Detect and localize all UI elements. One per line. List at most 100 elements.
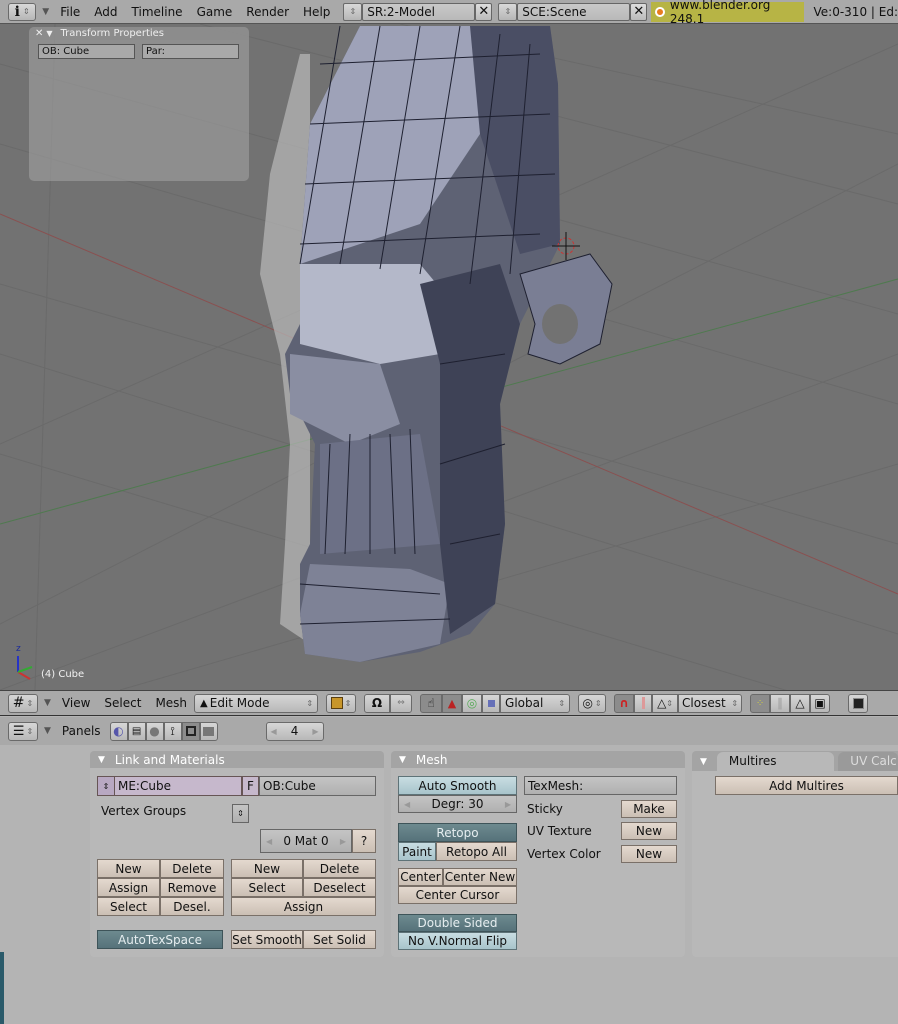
vgroup-assign-button[interactable]: Assign (97, 878, 160, 897)
logic-context-button[interactable]: ◐ (109, 721, 128, 741)
material-delete-button[interactable]: Delete (303, 859, 376, 878)
scene-browse-button[interactable]: ⇕ (498, 2, 518, 21)
screen-name-field[interactable]: SR:2-Model (362, 2, 476, 21)
increment-icon[interactable]: ▶ (340, 837, 346, 846)
screen-delete-button[interactable]: ✕ (475, 2, 493, 21)
align-button[interactable]: ⇔ (390, 693, 413, 713)
orientation-select[interactable]: Global ⇕ (500, 693, 571, 713)
collapse-menu-icon[interactable]: ▼ (44, 726, 51, 736)
scene-name-field[interactable]: SCE:Scene (517, 2, 631, 21)
collapse-menu-icon[interactable]: ▼ (44, 698, 51, 708)
editor-type-button[interactable]: # ⇕ (8, 693, 38, 713)
center-new-button[interactable]: Center New (443, 868, 517, 886)
edge-select-mode[interactable]: ∥ (770, 693, 791, 713)
material-help-button[interactable]: ? (352, 829, 376, 853)
material-deselect-button[interactable]: Deselect (303, 878, 376, 897)
retopo-all-button[interactable]: Retopo All (436, 842, 517, 861)
menu-view[interactable]: View (55, 696, 97, 710)
manipulator-toggle[interactable]: ☝ (420, 693, 443, 713)
panels-label[interactable]: Panels (55, 724, 108, 738)
increment-icon[interactable]: ▶ (312, 727, 318, 736)
vgroup-deselect-button[interactable]: Desel. (160, 897, 224, 916)
editor-type-button[interactable]: ☰ ⇕ (8, 721, 38, 741)
collapse-menu-icon[interactable]: ▼ (42, 7, 49, 17)
mesh-browse-button[interactable]: ⇕ (97, 776, 115, 796)
collapse-icon[interactable]: ▼ (399, 755, 406, 765)
draw-type-button[interactable]: ⇕ (326, 693, 357, 713)
double-sided-toggle[interactable]: Double Sided (398, 914, 517, 932)
menu-select[interactable]: Select (97, 696, 148, 710)
set-smooth-button[interactable]: Set Smooth (231, 930, 303, 949)
increment-icon[interactable]: ▶ (505, 800, 511, 809)
texmesh-field[interactable]: TexMesh: (524, 776, 677, 795)
proportional-edit-button[interactable]: ◎ ⇕ (578, 693, 607, 713)
scene-context-button[interactable] (199, 721, 218, 741)
face-select-mode[interactable]: △ (790, 693, 811, 713)
collapse-icon[interactable]: ▼ (98, 755, 105, 765)
parent-field[interactable]: Par: (142, 44, 239, 59)
mode-select[interactable]: ▲ Edit Mode ⇕ (194, 693, 319, 713)
snap-toggle[interactable]: ∩ (614, 693, 635, 713)
object-name-field[interactable]: OB: Cube (38, 44, 135, 59)
decrement-icon[interactable]: ◀ (271, 727, 277, 736)
shading-context-button[interactable]: ● (145, 721, 164, 741)
menu-timeline[interactable]: Timeline (125, 5, 190, 19)
vertex-select-mode[interactable]: ⁘ (750, 693, 771, 713)
menu-render[interactable]: Render (239, 5, 296, 19)
menu-add[interactable]: Add (87, 5, 124, 19)
translate-manipulator[interactable]: ▲ (442, 693, 463, 713)
vertex-group-browse-button[interactable]: ⇕ (232, 804, 249, 823)
material-assign-button[interactable]: Assign (231, 897, 376, 916)
snap-target-button[interactable]: △ ⇕ (652, 693, 679, 713)
menu-help[interactable]: Help (296, 5, 337, 19)
rotate-manipulator[interactable]: ◎ (462, 693, 483, 713)
menu-file[interactable]: File (53, 5, 87, 19)
object-context-button[interactable]: ⟟ (163, 721, 182, 741)
no-vnormal-flip-toggle[interactable]: No V.Normal Flip (398, 932, 517, 950)
vgroup-remove-button[interactable]: Remove (160, 878, 224, 897)
mesh-name-field[interactable]: ME:Cube (114, 776, 242, 796)
scene-delete-button[interactable]: ✕ (630, 2, 648, 21)
collapse-icon[interactable]: ▼ (46, 29, 52, 38)
tab-uv-calc[interactable]: UV Calc (838, 752, 898, 771)
center-cursor-button[interactable]: Center Cursor (398, 886, 517, 904)
smooth-degree-field[interactable]: ◀ Degr: 30 ▶ (398, 795, 517, 813)
menu-mesh[interactable]: Mesh (148, 696, 194, 710)
material-select-button[interactable]: Select (231, 878, 303, 897)
decrement-icon[interactable]: ◀ (266, 837, 272, 846)
sticky-make-button[interactable]: Make (621, 800, 677, 818)
occlude-background-toggle[interactable]: ▣ (810, 693, 831, 713)
tab-multires[interactable]: Multires (716, 752, 835, 771)
autotexspace-toggle[interactable]: AutoTexSpace (97, 930, 223, 949)
script-context-button[interactable]: ▤ (127, 721, 146, 741)
center-button[interactable]: Center (398, 868, 443, 886)
close-icon[interactable]: ✕ (35, 28, 43, 39)
snap-mode-select[interactable]: Closest ⇕ (678, 693, 743, 713)
screen-browse-button[interactable]: ⇕ (343, 2, 363, 21)
editor-type-button[interactable]: i ⇕ (8, 2, 37, 21)
editing-context-button[interactable] (181, 721, 200, 741)
vertex-color-new-button[interactable]: New (621, 845, 677, 863)
object-name-field[interactable]: OB:Cube (259, 776, 376, 796)
material-index-field[interactable]: ◀ 0 Mat 0 ▶ (260, 829, 352, 853)
vgroup-new-button[interactable]: New (97, 859, 160, 878)
scale-manipulator[interactable] (482, 693, 501, 713)
material-new-button[interactable]: New (231, 859, 303, 878)
uv-texture-new-button[interactable]: New (621, 822, 677, 840)
auto-smooth-toggle[interactable]: Auto Smooth (398, 776, 517, 795)
fake-user-button[interactable]: F (242, 776, 259, 796)
vgroup-delete-button[interactable]: Delete (160, 859, 224, 878)
add-multires-button[interactable]: Add Multires (715, 776, 898, 795)
retopo-toggle[interactable]: Retopo (398, 823, 517, 842)
set-solid-button[interactable]: Set Solid (303, 930, 376, 949)
retopo-paint-toggle[interactable]: Paint (398, 842, 436, 861)
pivot-button[interactable]: Ω (364, 693, 391, 713)
menu-game[interactable]: Game (190, 5, 240, 19)
snap-element-button[interactable] (634, 693, 653, 713)
render-preview-button[interactable] (848, 693, 869, 713)
collapse-icon[interactable]: ▼ (700, 757, 707, 767)
decrement-icon[interactable]: ◀ (404, 800, 410, 809)
frame-number-field[interactable]: ◀ 4 ▶ (265, 721, 324, 741)
vgroup-select-button[interactable]: Select (97, 897, 160, 916)
3d-viewport[interactable]: z (4) Cube ✕ ▼ Transform Properties OB: … (0, 24, 898, 690)
